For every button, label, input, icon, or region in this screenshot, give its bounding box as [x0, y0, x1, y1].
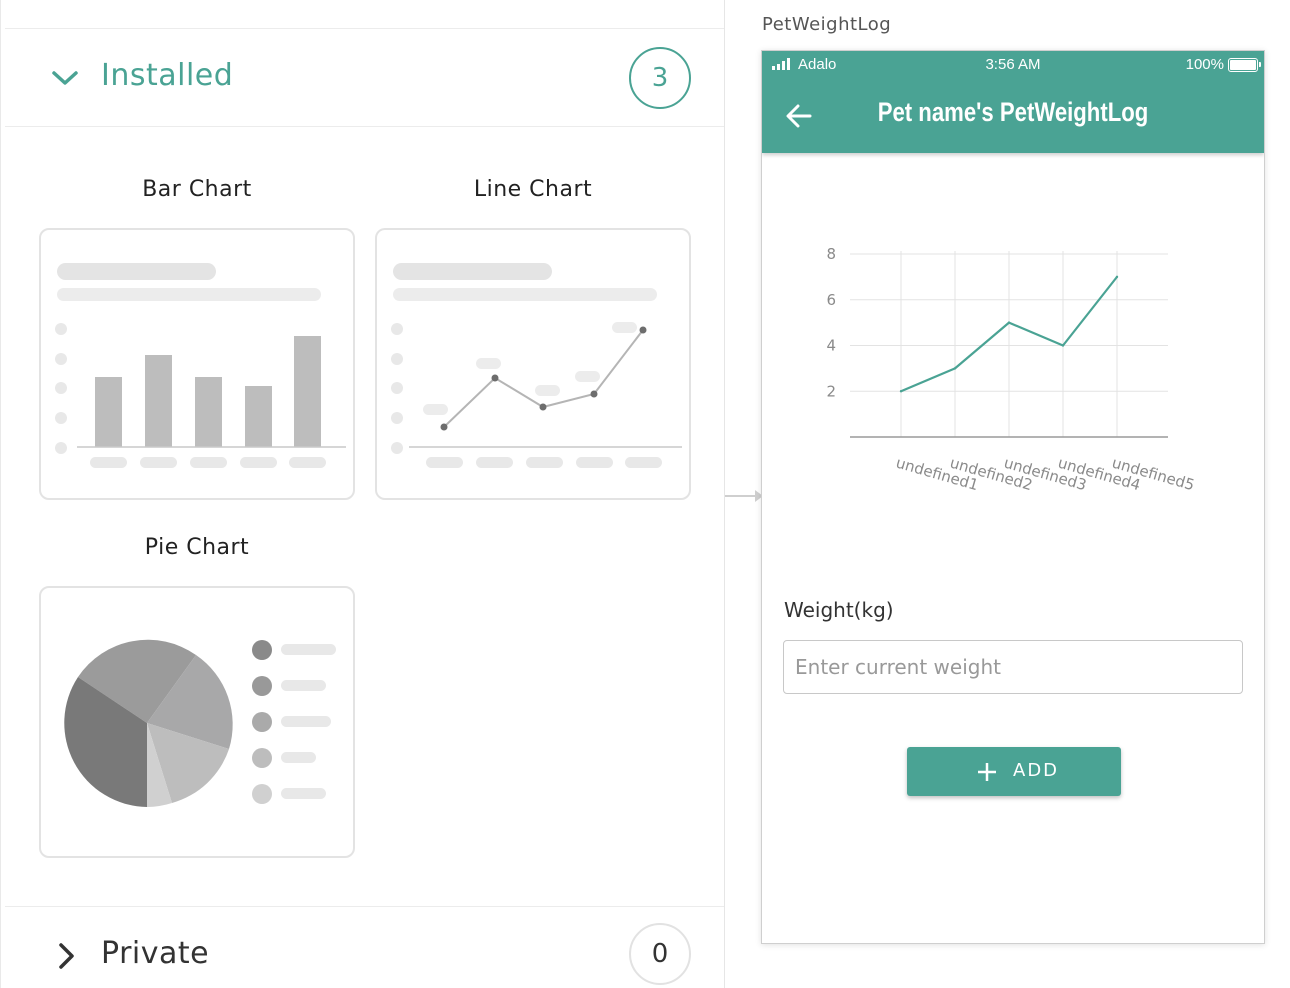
installed-section-header[interactable]: Installed 3	[5, 30, 724, 126]
screen-name-label[interactable]: PetWeightLog	[762, 14, 891, 35]
divider	[5, 126, 724, 127]
app-screen[interactable]: Adalo 3:56 AM 100% Pet name's PetWeightL…	[761, 50, 1265, 944]
pie-chart-thumbnail-icon	[64, 639, 336, 807]
installed-section-title: Installed	[101, 58, 234, 93]
chevron-right-icon	[59, 943, 74, 969]
y-tick-label: 4	[826, 337, 836, 355]
private-count-badge: 0	[629, 923, 691, 985]
battery-percent: 100%	[1185, 56, 1224, 73]
line-chart-thumbnail-icon	[391, 263, 682, 468]
data-point	[899, 390, 903, 393]
private-section-header[interactable]: Private 0	[5, 908, 724, 988]
app-bar: Adalo 3:56 AM 100% Pet name's PetWeightL…	[762, 51, 1264, 153]
y-tick-label: 6	[826, 291, 836, 309]
add-button[interactable]: ADD	[907, 747, 1121, 796]
status-bar: Adalo 3:56 AM 100%	[762, 51, 1264, 79]
pie-chart-component-card[interactable]	[39, 586, 355, 858]
divider	[5, 28, 724, 29]
bar-chart-thumbnail-icon	[55, 263, 346, 468]
battery-icon	[1228, 58, 1261, 72]
weight-field-label: Weight(kg)	[784, 598, 894, 622]
data-point	[953, 367, 957, 370]
app-bar-title: Pet name's PetWeightLog	[877, 97, 1149, 127]
chevron-down-icon	[52, 71, 78, 85]
connector-arrow-icon	[725, 490, 763, 502]
line-chart-label: Line Chart	[473, 177, 593, 202]
installed-count-badge: 3	[629, 47, 691, 109]
line-chart-component-card[interactable]	[375, 228, 691, 500]
private-section-title: Private	[101, 936, 210, 971]
plus-icon	[978, 763, 996, 781]
data-point	[1061, 344, 1065, 347]
divider	[5, 906, 724, 907]
data-point	[1115, 275, 1119, 279]
component-library-panel: Installed 3 Bar Chart Line Chart Pie Cha…	[0, 0, 725, 988]
y-tick-label: 2	[826, 382, 836, 400]
back-arrow-icon[interactable]	[782, 99, 816, 133]
bar-chart-label: Bar Chart	[142, 177, 252, 202]
add-button-label: ADD	[1013, 760, 1060, 781]
data-point	[1007, 321, 1011, 324]
weight-input[interactable]	[783, 640, 1243, 694]
weight-line-chart: 2468undefined1undefined2undefined3undefi…	[826, 245, 1196, 494]
bar-chart-component-card[interactable]	[39, 228, 355, 500]
pie-chart-label: Pie Chart	[144, 535, 250, 560]
y-tick-label: 8	[826, 245, 836, 263]
